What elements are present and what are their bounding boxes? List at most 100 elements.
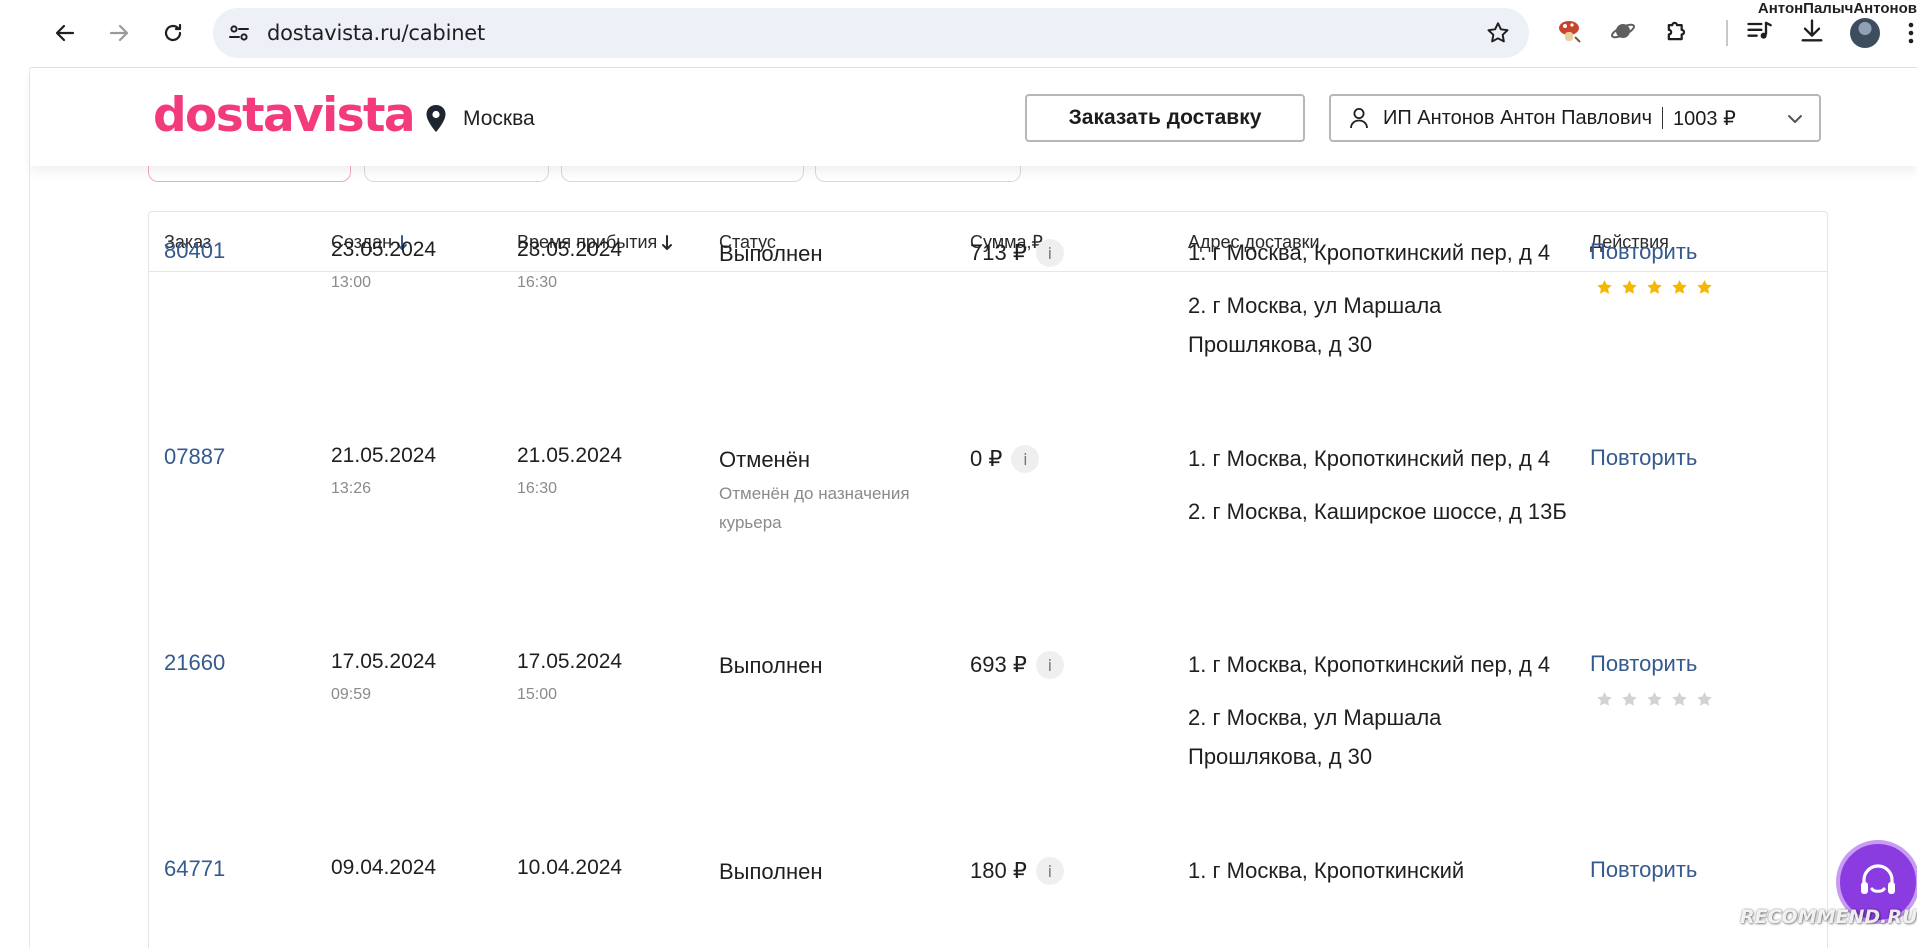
- url-text[interactable]: dostavista.ru/cabinet: [267, 21, 485, 45]
- arrival-cell: 10.04.2024: [517, 856, 622, 880]
- media-control-icon[interactable]: [1744, 16, 1774, 46]
- actions-cell: Повторить: [1590, 857, 1697, 883]
- arrival-time: 16:30: [517, 480, 558, 497]
- delivery-address: 2. г Москва, ул Маршала Прошлякова, д 30: [1188, 705, 1442, 769]
- arrival-cell: 17.05.2024 15:00: [517, 650, 622, 704]
- menu-dots-icon[interactable]: [1904, 18, 1917, 48]
- star-icon[interactable]: [1646, 279, 1663, 296]
- created-time: 09:59: [331, 686, 372, 703]
- address-bar[interactable]: dostavista.ru/cabinet: [213, 8, 1529, 58]
- orders-table: Заказ Создан Время прибытия Статус Сумма…: [148, 211, 1828, 948]
- info-icon[interactable]: i: [1035, 857, 1064, 885]
- star-icon[interactable]: [1596, 691, 1613, 708]
- status-note: Отменён до назначения курьера: [719, 484, 910, 532]
- site-settings-icon[interactable]: [227, 21, 251, 45]
- order-number-link[interactable]: 07887: [164, 444, 225, 470]
- actions-cell: Повторить: [1590, 445, 1697, 471]
- toolbar-separator: [1726, 20, 1728, 46]
- star-icon[interactable]: [1696, 279, 1713, 296]
- extensions-puzzle-icon[interactable]: [1662, 16, 1692, 46]
- info-icon[interactable]: i: [1011, 445, 1040, 473]
- created-time: 13:26: [331, 480, 372, 497]
- watermark-text: RECOMMEND.RU: [1740, 906, 1917, 928]
- account-divider: [1662, 107, 1664, 129]
- account-balance: 1003 ₽: [1673, 107, 1736, 130]
- repeat-order-link[interactable]: Повторить: [1590, 651, 1713, 677]
- star-icon[interactable]: [1696, 691, 1713, 708]
- star-icon[interactable]: [1646, 691, 1663, 708]
- status-cell: Отменён Отменён до назначения курьера: [719, 447, 949, 537]
- address-cell: 1. г Москва, Кропоткинский пер, д 4 2. г …: [1188, 645, 1568, 790]
- order-number-link[interactable]: 21660: [164, 650, 225, 676]
- created-date: 21.05.2024: [331, 444, 437, 467]
- download-icon[interactable]: [1797, 16, 1827, 46]
- order-status: Выполнен: [719, 859, 823, 884]
- repeat-order-link[interactable]: Повторить: [1590, 239, 1713, 265]
- order-sum: 0 ₽: [970, 446, 1003, 471]
- sum-cell: 713 ₽ i: [970, 239, 1064, 267]
- star-icon[interactable]: [1671, 691, 1688, 708]
- info-icon[interactable]: i: [1035, 651, 1064, 679]
- delivery-address: 1. г Москва, Кропоткинский: [1188, 858, 1465, 883]
- arrival-date: 17.05.2024: [517, 650, 623, 673]
- order-sum: 180 ₽: [970, 858, 1027, 883]
- delivery-address: 1. г Москва, Кропоткинский пер, д 4: [1188, 240, 1551, 265]
- arrival-time: 15:00: [517, 686, 558, 703]
- star-icon[interactable]: [1621, 691, 1638, 708]
- created-time: 13:00: [331, 274, 372, 291]
- city-selector[interactable]: Москва: [425, 104, 535, 134]
- bookmark-star-icon[interactable]: [1485, 20, 1511, 46]
- actions-cell: Повторить: [1590, 651, 1713, 708]
- account-menu-button[interactable]: ИП Антонов Антон Павлович 1003 ₽: [1329, 94, 1821, 142]
- arrival-cell: 21.05.2024 16:30: [517, 444, 622, 498]
- city-label: Москва: [463, 107, 535, 130]
- delivery-address: 1. г Москва, Кропоткинский пер, д 4: [1188, 652, 1551, 677]
- repeat-order-link[interactable]: Повторить: [1590, 445, 1697, 471]
- order-sum: 693 ₽: [970, 652, 1027, 677]
- created-cell: 23.05.2024 13:00: [331, 238, 436, 292]
- sort-arrow-down-icon: [662, 234, 673, 250]
- order-status: Выполнен: [719, 653, 823, 678]
- rating-stars[interactable]: [1596, 691, 1713, 708]
- created-cell: 17.05.2024 09:59: [331, 650, 436, 704]
- reload-icon: [164, 23, 182, 42]
- star-icon[interactable]: [1596, 279, 1613, 296]
- star-icon[interactable]: [1671, 279, 1688, 296]
- headset-icon: [1861, 864, 1895, 894]
- address-cell: 1. г Москва, Кропоткинский: [1188, 851, 1568, 904]
- reload-button[interactable]: [154, 14, 192, 52]
- star-icon[interactable]: [1621, 279, 1638, 296]
- site-logo[interactable]: dostavista: [153, 88, 416, 143]
- info-icon[interactable]: i: [1035, 239, 1064, 267]
- extension-mushroom-icon[interactable]: [1554, 16, 1584, 46]
- window-edge: [0, 0, 30, 948]
- user-icon: [1350, 108, 1368, 129]
- order-status: Отменён: [719, 447, 811, 472]
- back-button[interactable]: [46, 14, 84, 52]
- rating-stars[interactable]: [1596, 279, 1713, 296]
- profile-name: АнтонПалычАнтонов: [1757, 0, 1917, 17]
- arrival-date: 21.05.2024: [517, 444, 623, 467]
- order-delivery-button[interactable]: Заказать доставку: [1025, 94, 1305, 142]
- order-sum: 713 ₽: [970, 240, 1027, 265]
- order-status: Выполнен: [719, 241, 823, 266]
- status-cell: Выполнен: [719, 859, 823, 885]
- arrival-time: 16:30: [517, 274, 558, 291]
- repeat-order-link[interactable]: Повторить: [1590, 857, 1697, 883]
- extension-planet-icon[interactable]: [1608, 16, 1638, 46]
- address-cell: 1. г Москва, Кропоткинский пер, д 4 2. г …: [1188, 233, 1568, 378]
- forward-button[interactable]: [100, 14, 138, 52]
- order-number-link[interactable]: 64771: [164, 856, 225, 882]
- created-cell: 21.05.2024 13:26: [331, 444, 436, 498]
- order-number-link[interactable]: 80401: [164, 238, 225, 264]
- profile-avatar[interactable]: [1850, 18, 1880, 48]
- delivery-address: 1. г Москва, Кропоткинский пер, д 4: [1188, 446, 1551, 471]
- created-date: 09.04.2024: [331, 856, 437, 879]
- created-cell: 09.04.2024: [331, 856, 436, 880]
- created-date: 23.05.2024: [331, 238, 437, 261]
- arrow-left-icon: [55, 24, 75, 42]
- actions-cell: Повторить: [1590, 239, 1713, 296]
- sum-cell: 693 ₽ i: [970, 651, 1064, 679]
- sum-cell: 0 ₽ i: [970, 445, 1040, 473]
- delivery-address: 2. г Москва, Каширское шоссе, д 13Б: [1188, 499, 1567, 524]
